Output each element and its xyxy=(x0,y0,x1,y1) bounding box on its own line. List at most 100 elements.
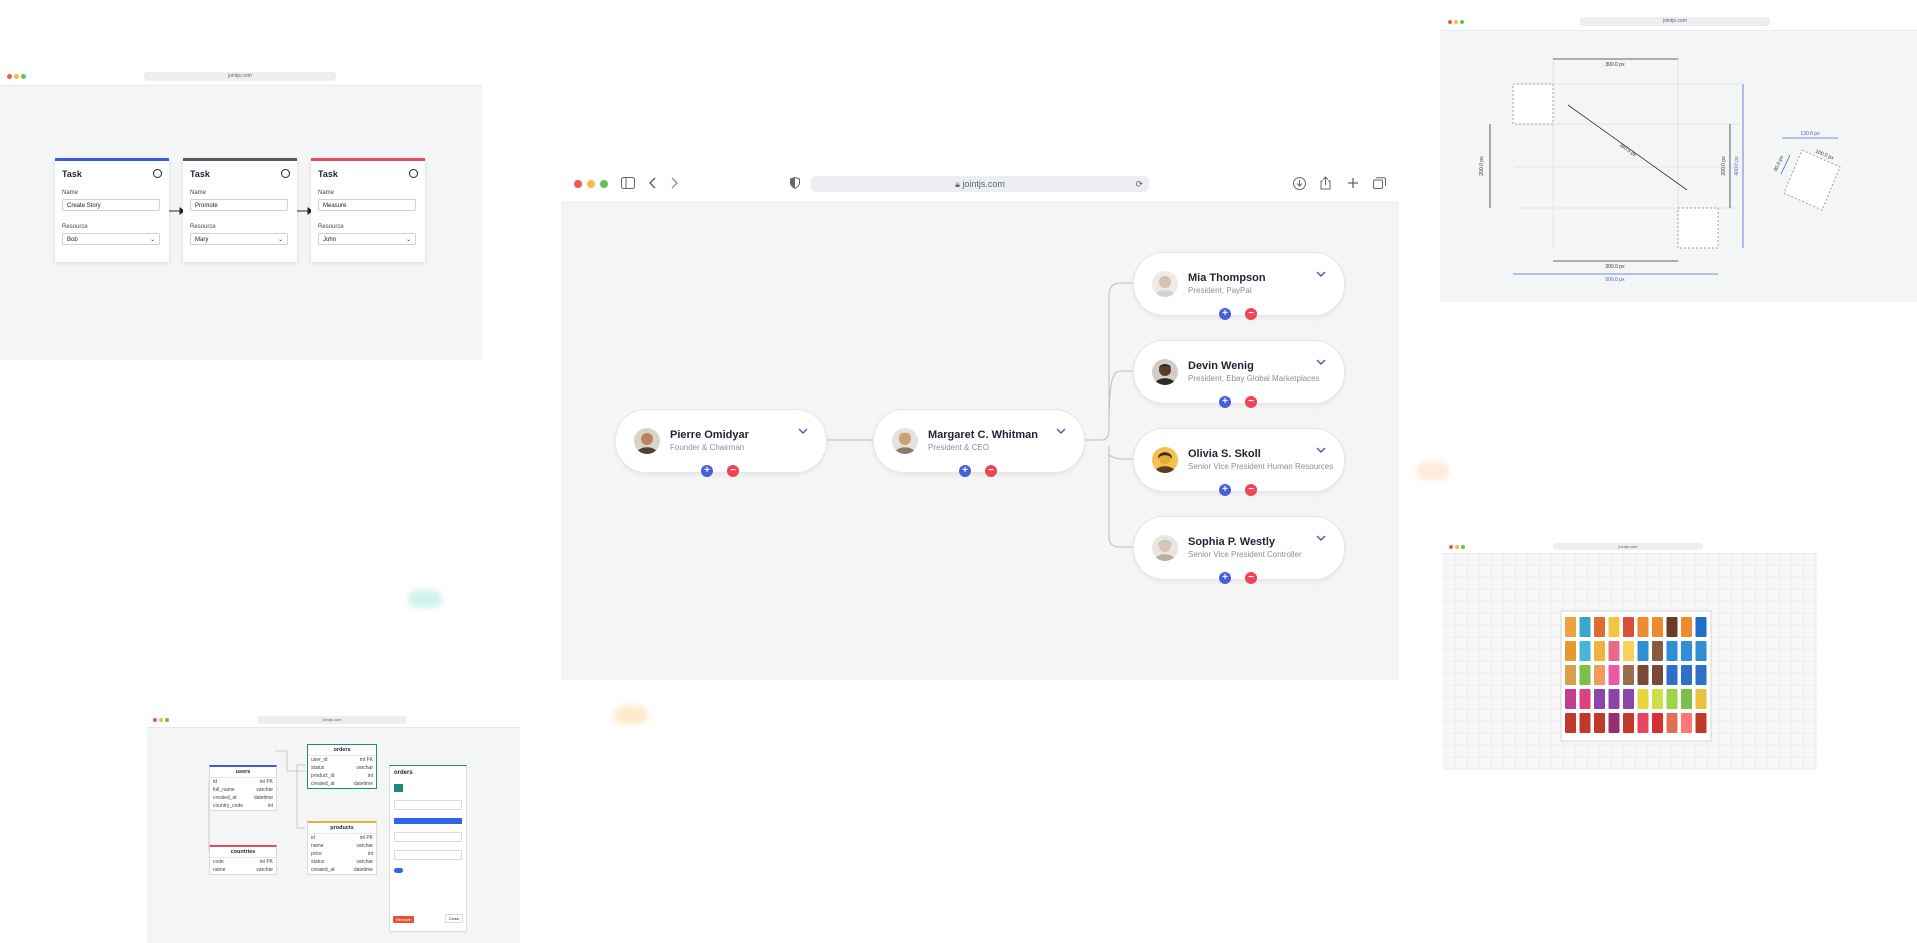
add-child-button[interactable]: + xyxy=(701,465,713,477)
remove-node-button[interactable]: − xyxy=(1245,396,1257,408)
chevron-down-icon[interactable] xyxy=(1316,447,1326,454)
shelf-product[interactable] xyxy=(1695,617,1707,637)
resource-select[interactable]: Mary ⌄ xyxy=(190,233,288,245)
shelf-product[interactable] xyxy=(1666,689,1678,709)
org-node-olivia[interactable]: Olivia S. Skoll Senior Vice President Hu… xyxy=(1133,428,1345,492)
planogram-canvas[interactable] xyxy=(1443,553,1817,770)
shelf-product[interactable] xyxy=(1579,617,1591,637)
shelf-product[interactable] xyxy=(1608,713,1620,733)
shelf-product[interactable] xyxy=(1565,665,1576,685)
measurement-canvas[interactable]: 300.0 px 360.5 px 200.0 px 200.0 px 400.… xyxy=(1440,14,1917,302)
org-node-pierre[interactable]: Pierre Omidyar Founder & Chairman xyxy=(615,409,827,473)
shelf-product[interactable] xyxy=(1666,713,1678,733)
remove-node-button[interactable]: − xyxy=(727,465,739,477)
org-node-margaret[interactable]: Margaret C. Whitman President & CEO xyxy=(873,409,1085,473)
chevron-down-icon[interactable] xyxy=(1316,535,1326,542)
erd-table-users[interactable]: users id int PK full_name varchar created_… xyxy=(209,765,277,811)
remove-node-button[interactable]: − xyxy=(985,465,997,477)
shelf-product[interactable] xyxy=(1608,617,1620,637)
close-window-button[interactable] xyxy=(1449,545,1453,549)
shelf-product[interactable] xyxy=(1637,689,1649,709)
inspector-color-swatch[interactable] xyxy=(394,784,403,792)
shelf-product[interactable] xyxy=(1652,665,1663,685)
shelf-product[interactable] xyxy=(1666,617,1678,637)
shelf-product[interactable] xyxy=(1681,617,1692,637)
shelf-product[interactable] xyxy=(1579,713,1591,733)
shelf-product[interactable] xyxy=(1652,641,1663,661)
org-node-mia[interactable]: Mia Thompson President, PayPal xyxy=(1133,252,1345,316)
shelf-product[interactable] xyxy=(1637,665,1649,685)
shelf-product[interactable] xyxy=(1695,713,1707,733)
shelf-product[interactable] xyxy=(1623,665,1634,685)
task-card-create-story[interactable]: Task Name Create Story Resource Bob ⌄ xyxy=(55,158,169,262)
inspector-remove-button[interactable]: Remove xyxy=(393,916,414,923)
shelf-product[interactable] xyxy=(1565,641,1576,661)
inspector-close-button[interactable]: Close xyxy=(444,914,463,923)
shelf-product[interactable] xyxy=(1594,665,1605,685)
shelf-product[interactable] xyxy=(1652,713,1663,733)
add-child-button[interactable]: + xyxy=(1219,308,1231,320)
erd-table-countries[interactable]: countries code int PK name varchar xyxy=(209,845,277,875)
task-card-promote[interactable]: Task Name Promote Resource Mary ⌄ xyxy=(183,158,297,262)
shelf-product[interactable] xyxy=(1681,689,1692,709)
inspector-field[interactable] xyxy=(394,832,462,842)
remove-node-button[interactable]: − xyxy=(1245,308,1257,320)
shelf-product[interactable] xyxy=(1579,641,1591,661)
chevron-down-icon[interactable] xyxy=(1316,271,1326,278)
shelf-product[interactable] xyxy=(1695,641,1707,661)
add-child-button[interactable]: + xyxy=(1219,572,1231,584)
shelf-product[interactable] xyxy=(1565,713,1576,733)
address-bar[interactable]: jointjs.com xyxy=(1553,543,1703,550)
shelf-product[interactable] xyxy=(1594,617,1605,637)
shelf-product[interactable] xyxy=(1623,617,1634,637)
resource-select[interactable]: John ⌄ xyxy=(318,233,416,245)
inspector-add-button[interactable] xyxy=(394,818,462,824)
shelf-product[interactable] xyxy=(1637,713,1649,733)
shelf-product[interactable] xyxy=(1695,689,1707,709)
chevron-down-icon[interactable] xyxy=(1316,359,1326,366)
shelf-product[interactable] xyxy=(1608,641,1620,661)
maximize-window-button[interactable] xyxy=(1461,545,1465,549)
shelf-product[interactable] xyxy=(1666,641,1678,661)
shelf-product[interactable] xyxy=(1637,641,1649,661)
remove-node-button[interactable]: − xyxy=(1245,572,1257,584)
name-input[interactable]: Create Story xyxy=(62,199,160,211)
minimize-window-button[interactable] xyxy=(1455,545,1459,549)
resource-select[interactable]: Bob ⌄ xyxy=(62,233,160,245)
inspector-field[interactable] xyxy=(394,850,462,860)
shelf-product[interactable] xyxy=(1681,665,1692,685)
shelf-product[interactable] xyxy=(1565,689,1576,709)
remove-node-button[interactable]: − xyxy=(1245,484,1257,496)
shelf-product[interactable] xyxy=(1608,689,1620,709)
task-card-measure[interactable]: Task Name Measure Resource John ⌄ xyxy=(311,158,425,262)
shelf-product[interactable] xyxy=(1652,689,1663,709)
erd-table-products[interactable]: products id int PK name varchar price int s… xyxy=(307,821,377,875)
name-input[interactable]: Promote xyxy=(190,199,288,211)
org-node-sophia[interactable]: Sophia P. Westly Senior Vice President C… xyxy=(1133,516,1345,580)
shelf-product[interactable] xyxy=(1594,713,1605,733)
shelf-product[interactable] xyxy=(1594,641,1605,661)
shelf-product[interactable] xyxy=(1695,665,1707,685)
shelf-product[interactable] xyxy=(1579,665,1591,685)
shelf-product[interactable] xyxy=(1666,665,1678,685)
shelf-product[interactable] xyxy=(1623,689,1634,709)
inspector-field[interactable] xyxy=(394,800,462,810)
shelf-product[interactable] xyxy=(1652,617,1663,637)
inspector-toggle[interactable] xyxy=(394,868,403,873)
shelf-product[interactable] xyxy=(1594,689,1605,709)
shelf-product[interactable] xyxy=(1579,689,1591,709)
add-child-button[interactable]: + xyxy=(1219,484,1231,496)
shelf-product[interactable] xyxy=(1637,617,1649,637)
shelf-product[interactable] xyxy=(1681,713,1692,733)
erd-table-orders[interactable]: orders user_id int FK status varchar produ… xyxy=(307,744,377,789)
shelf-product[interactable] xyxy=(1608,665,1620,685)
org-node-devin[interactable]: Devin Wenig President, Ebay Global Marke… xyxy=(1133,340,1345,404)
shelf-product[interactable] xyxy=(1623,641,1634,661)
shelf-product[interactable] xyxy=(1681,641,1692,661)
add-child-button[interactable]: + xyxy=(959,465,971,477)
name-input[interactable]: Measure xyxy=(318,199,416,211)
shelf-product[interactable] xyxy=(1623,713,1634,733)
chevron-down-icon[interactable] xyxy=(798,428,808,435)
shelf-product[interactable] xyxy=(1565,617,1576,637)
chevron-down-icon[interactable] xyxy=(1056,428,1066,435)
